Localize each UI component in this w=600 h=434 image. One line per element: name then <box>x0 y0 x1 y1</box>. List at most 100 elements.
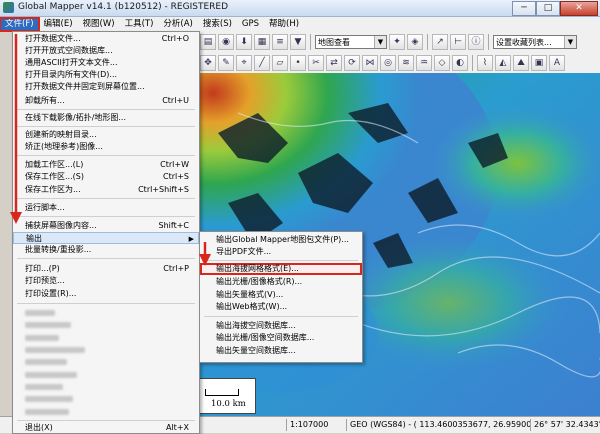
move-icon[interactable]: ⇄ <box>326 55 342 71</box>
favorites-combo[interactable]: 设置收藏列表... ▼ <box>493 35 577 49</box>
menu-item-batch-convert[interactable]: 批量转换/重投影... <box>13 244 199 256</box>
area-icon[interactable]: ▱ <box>272 55 288 71</box>
palette-icon[interactable]: ◈ <box>407 34 423 50</box>
menu-item-save-workspace-as[interactable]: 保存工作区为... Ctrl+Shift+S <box>13 184 199 196</box>
filter-icon[interactable]: ▼ <box>290 34 306 50</box>
globe-icon[interactable]: ◉ <box>218 34 234 50</box>
submenu-item-export-web[interactable]: 输出Web格式(W)... <box>200 301 362 313</box>
config-icon[interactable]: ✦ <box>389 34 405 50</box>
menu-item-open-spatial-db[interactable]: 打开开放式空间数据库... <box>13 45 199 57</box>
menu-item-shortcut: Ctrl+W <box>160 160 189 169</box>
menu-item-label: 通用ASCII打开文本文件... <box>25 58 118 67</box>
menu-analysis[interactable]: 分析(A) <box>158 18 197 31</box>
menu-item-print-setup[interactable]: 打印设置(R)... <box>13 288 199 300</box>
recent-file-blurred[interactable] <box>25 409 69 415</box>
recent-file-blurred[interactable] <box>25 347 85 353</box>
menu-item-print[interactable]: 打印...(P) Ctrl+P <box>13 263 199 275</box>
label-icon[interactable]: A <box>549 55 565 71</box>
merge-icon[interactable]: ⋈ <box>362 55 378 71</box>
submenu-item-export-elevation-db[interactable]: 输出海拔空间数据库... <box>200 320 362 332</box>
menu-item-new-catalog[interactable]: 创建新的映射目录... <box>13 129 199 141</box>
menu-item-rectify[interactable]: 矫正(地理参考)图像... <box>13 141 199 153</box>
line-icon[interactable]: ╱ <box>254 55 270 71</box>
submenu-item-export-elevation-grid[interactable]: 输出海拔网格格式(E)... <box>200 263 362 275</box>
menu-item-shortcut: Alt+X <box>165 423 189 432</box>
menu-item-label: 打印设置(R)... <box>25 289 77 298</box>
menu-item-open-ascii[interactable]: 通用ASCII打开文本文件... <box>13 57 199 69</box>
path-profile-icon[interactable]: ↗ <box>432 34 448 50</box>
menu-item-label: 退出(X) <box>25 423 53 432</box>
menu-item-label: 保存工作区为... <box>25 185 81 194</box>
menu-item-print-preview[interactable]: 打印预览... <box>13 275 199 287</box>
menu-item-label: 打开数据文件并固定到屏幕位置... <box>25 82 145 91</box>
menu-item-shortcut: Ctrl+S <box>162 172 189 181</box>
close-button[interactable]: ✕ <box>560 1 598 16</box>
menu-item-open-fixed[interactable]: 打开数据文件并固定到屏幕位置... <box>13 81 199 93</box>
view-shed-icon[interactable]: ◭ <box>495 55 511 71</box>
menu-item-label: 在线下载影像/拓扑/地形图... <box>25 113 127 122</box>
terrain-icon[interactable]: ⛰ <box>513 55 529 71</box>
menu-item-run-script[interactable]: 运行脚本... <box>13 202 199 214</box>
minimize-button[interactable]: ─ <box>512 1 536 16</box>
recent-file-blurred[interactable] <box>25 384 63 390</box>
submenu-item-export-vector-db[interactable]: 输出矢量空间数据库... <box>200 345 362 357</box>
menu-item-open-data[interactable]: 打开数据文件... Ctrl+O <box>13 33 199 45</box>
maximize-button[interactable]: □ <box>536 1 560 16</box>
scale-label: 10.0 km <box>211 399 246 409</box>
menu-item-label: 输出Global Mapper地图包文件(P)... <box>216 235 349 244</box>
recent-file-blurred[interactable] <box>25 359 67 365</box>
submenu-item-export-raster[interactable]: 输出光栅/图像格式(R)... <box>200 276 362 288</box>
menu-help[interactable]: 帮助(H) <box>264 18 304 31</box>
download-icon[interactable]: ⬇ <box>236 34 252 50</box>
submenu-item-export-gmp[interactable]: 输出Global Mapper地图包文件(P)... <box>200 234 362 246</box>
menu-separator <box>17 420 195 421</box>
digitize-icon[interactable]: ✎ <box>218 55 234 71</box>
menu-item-shortcut: Ctrl+P <box>163 264 189 273</box>
menu-edit[interactable]: 编辑(E) <box>39 18 78 31</box>
menu-search[interactable]: 搜索(S) <box>198 18 237 31</box>
menu-item-shortcut: Ctrl+O <box>161 34 189 43</box>
menu-separator <box>17 109 195 110</box>
recent-file-blurred[interactable] <box>25 335 59 341</box>
pan-icon[interactable]: ✥ <box>200 55 216 71</box>
watershed-icon[interactable]: ♒ <box>416 55 432 71</box>
ruler-icon[interactable]: ⌇ <box>477 55 493 71</box>
menu-file[interactable]: 文件(F) <box>0 16 40 32</box>
rotate-icon[interactable]: ⟳ <box>344 55 360 71</box>
status-dms: 26° 57' 32.4343" N, 113° <box>530 419 600 431</box>
menu-item-label: 输出矢量格式(V)... <box>216 290 284 299</box>
open-data-icon[interactable]: ▤ <box>200 34 216 50</box>
recent-file-blurred[interactable] <box>25 322 71 328</box>
fill-icon[interactable]: ◐ <box>452 55 468 71</box>
layers-icon[interactable]: ≡ <box>272 34 288 50</box>
menu-item-save-workspace[interactable]: 保存工作区...(S) Ctrl+S <box>13 171 199 183</box>
menu-view[interactable]: 视图(W) <box>78 18 120 31</box>
menu-item-download-online[interactable]: 在线下载影像/拓扑/地形图... <box>13 112 199 124</box>
menu-item-capture-screen[interactable]: 捕获屏幕图像内容... Shift+C <box>13 220 199 232</box>
menu-item-exit[interactable]: 退出(X) Alt+X <box>13 422 199 433</box>
view-mode-combo[interactable]: 地图查看 ▼ <box>315 35 387 49</box>
edit-vertex-icon[interactable]: ⌖ <box>236 55 252 71</box>
feature-info-icon[interactable]: ⓘ <box>468 34 484 50</box>
menu-item-load-workspace[interactable]: 加载工作区...(L) Ctrl+W <box>13 159 199 171</box>
menu-item-open-directory[interactable]: 打开目录内所有文件(D)... <box>13 69 199 81</box>
submenu-item-export-raster-db[interactable]: 输出光栅/图像空间数据库... <box>200 332 362 344</box>
split-icon[interactable]: ✂ <box>308 55 324 71</box>
menu-item-label: 加载工作区...(L) <box>25 160 84 169</box>
menu-item-export[interactable]: 输出 ▶ <box>13 232 199 244</box>
measure-icon[interactable]: ⊢ <box>450 34 466 50</box>
recent-file-blurred[interactable] <box>25 372 77 378</box>
submenu-item-export-pdf[interactable]: 导出PDF文件... <box>200 246 362 258</box>
contour-icon[interactable]: ≋ <box>398 55 414 71</box>
shape-icon[interactable]: ◇ <box>434 55 450 71</box>
menu-gps[interactable]: GPS <box>237 18 264 31</box>
volume-icon[interactable]: ▣ <box>531 55 547 71</box>
grid-icon[interactable]: ▦ <box>254 34 270 50</box>
submenu-item-export-vector[interactable]: 输出矢量格式(V)... <box>200 289 362 301</box>
menu-item-unload-all[interactable]: 卸载所有... Ctrl+U <box>13 95 199 107</box>
recent-file-blurred[interactable] <box>25 396 73 402</box>
point-icon[interactable]: • <box>290 55 306 71</box>
buffer-icon[interactable]: ◎ <box>380 55 396 71</box>
menu-tools[interactable]: 工具(T) <box>120 18 159 31</box>
recent-file-blurred[interactable] <box>25 310 55 316</box>
